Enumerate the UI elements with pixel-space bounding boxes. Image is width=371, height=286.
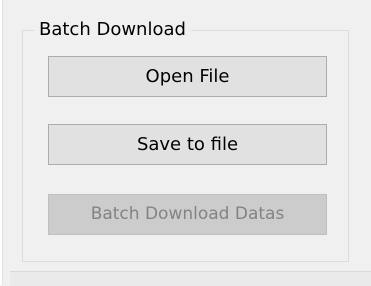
open-file-button[interactable]: Open File <box>48 56 327 97</box>
batch-download-datas-button[interactable]: Batch Download Datas <box>48 194 327 235</box>
groupbox-title: Batch Download <box>34 18 191 42</box>
save-to-file-button[interactable]: Save to file <box>48 124 327 165</box>
pane-divider <box>0 0 3 285</box>
bottom-panel-edge <box>10 271 371 286</box>
